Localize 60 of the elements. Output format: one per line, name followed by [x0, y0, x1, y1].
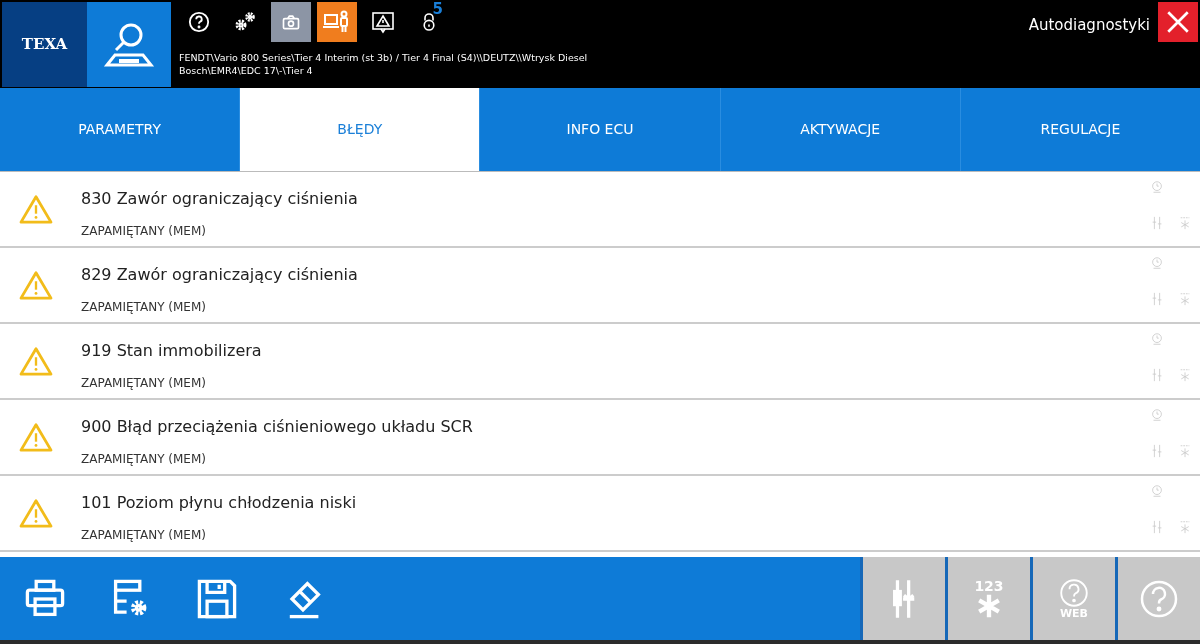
web-clock-icon — [1150, 332, 1164, 346]
asterisk-icon — [1178, 520, 1192, 534]
notification-count: 5 — [432, 2, 443, 17]
sliders-icon — [1150, 216, 1164, 230]
error-row[interactable]: 101 Poziom płynu chłodzenia niski ZAPAMIĘTANY (MEM) — [0, 476, 1200, 552]
asterisk-icon — [1178, 444, 1192, 458]
warning-icon — [19, 194, 53, 224]
tab[interactable]: PARAMETRY — [0, 88, 240, 171]
padlock-icon — [421, 12, 437, 32]
web-clock-icon — [1150, 256, 1164, 270]
tab[interactable]: AKTYWACJE — [719, 88, 960, 171]
asterisk-icon — [1178, 292, 1192, 306]
camera-button[interactable] — [271, 2, 311, 42]
error-row[interactable]: 900 Błąd przeciążenia ciśnieniowego układu SCR ZAPAMIĘTANY (MEM) — [0, 400, 1200, 476]
error-status: ZAPAMIĘTANY (MEM) — [81, 451, 207, 468]
warning-icon — [19, 498, 53, 528]
close-icon — [1165, 9, 1191, 35]
tab[interactable]: BŁĘDY — [239, 88, 480, 171]
laptop-person-button[interactable] — [317, 2, 357, 42]
error-title: 829 Zawór ograniczający ciśnienia — [81, 264, 359, 286]
help-icon — [188, 11, 210, 33]
error-status: ZAPAMIĘTANY (MEM) — [81, 527, 207, 544]
error-status: ZAPAMIĘTANY (MEM) — [81, 375, 207, 392]
app-title: Autodiagnostyki — [1028, 15, 1150, 36]
vehicle-path: FENDT\Vario 800 Series\Tier 4 Interim (st 3b) / Tier 4 Final (S4)\\DEUTZ\\Wtrysk Diesel Bosch\EMR4\EDC 17\-\Tier 4 — [179, 51, 589, 77]
texa-logo: TEXA — [2, 2, 87, 87]
sliders-icon — [1150, 292, 1164, 306]
search-button[interactable] — [87, 2, 171, 87]
tab[interactable]: REGULACJE — [959, 88, 1200, 171]
error-row[interactable]: 830 Zawór ograniczający ciśnienia ZAPAMIĘTANY (MEM) — [0, 172, 1200, 248]
padlock-button[interactable]: 5 — [409, 2, 449, 42]
close-button[interactable] — [1158, 2, 1198, 42]
camera-icon — [281, 12, 301, 32]
error-status: ZAPAMIĘTANY (MEM) — [81, 299, 207, 316]
help-icon — [1139, 578, 1179, 619]
sliders-icon — [1150, 368, 1164, 382]
web-clock-icon — [1150, 484, 1164, 498]
error-title: 919 Stan immobilizera — [81, 340, 263, 362]
toolbar-button[interactable] — [860, 557, 945, 640]
error-status: ZAPAMIĘTANY (MEM) — [81, 223, 207, 240]
tab[interactable]: INFO ECU — [479, 88, 720, 171]
asterisk-icon — [1178, 216, 1192, 230]
laptop-person-icon — [323, 10, 351, 34]
warning-icon — [371, 10, 395, 34]
web-clock-icon — [1150, 408, 1164, 422]
warning-icon — [19, 422, 53, 452]
warning-icon — [19, 270, 53, 300]
warning-icon — [19, 346, 53, 376]
sliders-icon — [1150, 444, 1164, 458]
error-title: 830 Zawór ograniczający ciśnienia — [81, 188, 359, 210]
error-row[interactable]: 829 Zawór ograniczający ciśnienia ZAPAMIĘTANY (MEM) — [0, 248, 1200, 324]
asterisk-icon — [976, 592, 1002, 619]
error-row[interactable]: 919 Stan immobilizera ZAPAMIĘTANY (MEM) — [0, 324, 1200, 400]
toolbar-button[interactable] — [1115, 557, 1200, 640]
asterisk-icon — [1178, 368, 1192, 382]
error-title: 900 Błąd przeciążenia ciśnieniowego układu SCR — [81, 416, 474, 438]
web-clock-icon — [1150, 180, 1164, 194]
help-icon — [1059, 578, 1089, 608]
sliders-icon — [1150, 520, 1164, 534]
error-title: 101 Poziom płynu chłodzenia niski — [81, 492, 358, 514]
